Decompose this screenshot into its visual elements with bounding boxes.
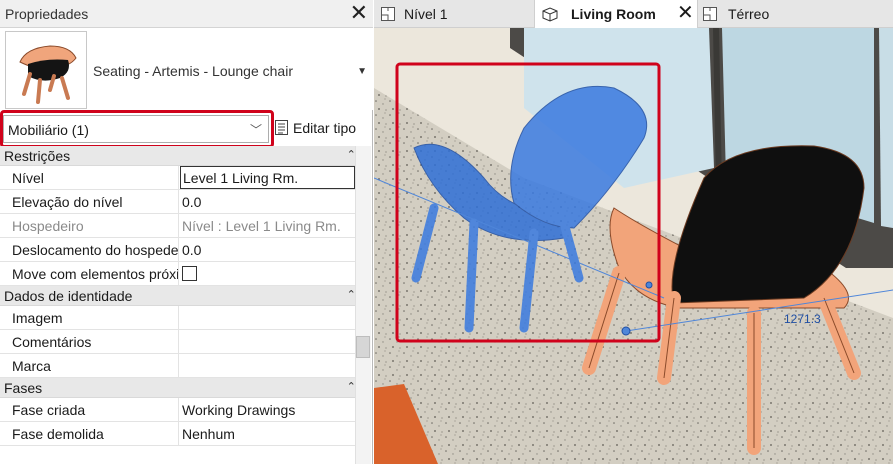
tab-label: Nível 1	[404, 6, 448, 22]
property-row-elevacao: Elevação do nível 0.0	[0, 190, 371, 214]
group-label: Dados de identidade	[4, 288, 133, 304]
type-selector[interactable]: Seating - Artemis - Lounge chair ▼	[0, 28, 373, 110]
dimension-grip[interactable]	[645, 281, 653, 289]
category-filter-value: Mobiliário (1)	[8, 122, 89, 138]
scene-canvas: 1271.3	[374, 28, 893, 464]
properties-scrollbar[interactable]	[355, 146, 371, 464]
property-row-move: Move com elementos próximos	[0, 262, 371, 286]
property-name: Elevação do nível	[0, 190, 179, 213]
level-field[interactable]: Level 1 Living Rm.	[180, 166, 355, 189]
property-row-imagem: Imagem	[0, 306, 371, 330]
moves-with-nearby-checkbox[interactable]	[182, 266, 197, 281]
image-field[interactable]	[180, 306, 355, 329]
property-row-fase-demolida: Fase demolida Nenhum	[0, 422, 371, 446]
property-row-marca: Marca	[0, 354, 371, 378]
group-restricoes[interactable]: Restrições ⌃⌃	[0, 146, 371, 166]
property-name: Fase demolida	[0, 422, 179, 445]
type-name: Seating - Artemis - Lounge chair	[93, 63, 293, 79]
dimension-grip[interactable]	[621, 326, 631, 336]
properties-title: Propriedades	[5, 6, 89, 22]
edit-type-icon	[274, 119, 291, 140]
tab-living-room[interactable]: Living Room ✕	[534, 0, 698, 28]
chevron-down-icon: ﹀	[249, 123, 262, 137]
group-label: Fases	[4, 380, 43, 396]
floor-plan-icon	[702, 6, 718, 25]
properties-title-bar: Propriedades ✕	[0, 0, 373, 28]
property-row-nivel: Nível Level 1 Living Rm.	[0, 166, 371, 190]
group-dados-identidade[interactable]: Dados de identidade ⌃⌃	[0, 286, 371, 306]
elevation-field[interactable]: 0.0	[180, 190, 355, 213]
property-name: Deslocamento do hospedeiro	[0, 238, 179, 261]
property-name: Move com elementos próximos	[0, 262, 179, 285]
property-row-comentarios: Comentários	[0, 330, 371, 354]
dropdown-arrow-icon[interactable]: ▼	[357, 66, 367, 77]
tab-label: Living Room	[571, 6, 656, 22]
3d-view-icon	[541, 6, 559, 25]
tab-label: Térreo	[728, 6, 770, 22]
property-name: Comentários	[0, 330, 179, 353]
properties-panel: Propriedades ✕ Seating - Artemis - Loung…	[0, 0, 373, 464]
phase-created-field[interactable]: Working Drawings	[180, 398, 355, 421]
close-icon[interactable]: ✕	[350, 1, 368, 25]
edit-type-label: Editar tipo	[293, 120, 357, 136]
chair-thumbnail	[5, 31, 87, 109]
group-fases[interactable]: Fases ⌃⌃	[0, 378, 371, 398]
view-tab-bar: Nível 1 Living Room ✕ Térreo	[374, 0, 893, 28]
3d-viewport[interactable]: 1271.3	[374, 28, 893, 464]
host-value: Nível : Level 1 Living Rm.	[182, 218, 341, 234]
property-row-fase-criada: Fase criada Working Drawings	[0, 398, 371, 422]
property-name: Imagem	[0, 306, 179, 329]
comments-field[interactable]	[180, 330, 355, 353]
properties-grid: Restrições ⌃⌃ Nível Level 1 Living Rm. E…	[0, 146, 371, 446]
category-filter-select[interactable]: Mobiliário (1) ﹀	[3, 115, 269, 143]
dimension-label[interactable]: 1271.3	[784, 312, 821, 326]
property-name: Fase criada	[0, 398, 179, 421]
property-name: Hospedeiro	[0, 214, 179, 237]
property-name: Nível	[0, 166, 179, 189]
mark-field[interactable]	[180, 354, 355, 377]
offset-field[interactable]: 0.0	[180, 238, 355, 261]
scrollbar-thumb[interactable]	[356, 336, 370, 358]
group-label: Restrições	[4, 148, 71, 164]
property-row-deslocamento: Deslocamento do hospedeiro 0.0	[0, 238, 371, 262]
phase-demolished-field[interactable]: Nenhum	[180, 422, 355, 445]
property-name: Marca	[0, 354, 179, 377]
floor-plan-icon	[380, 6, 396, 25]
window-glass	[879, 28, 893, 228]
close-tab-icon[interactable]: ✕	[677, 1, 694, 25]
property-row-hospedeiro: Hospedeiro Nível : Level 1 Living Rm.	[0, 214, 371, 238]
tab-terreo[interactable]: Térreo	[698, 0, 818, 28]
tab-nivel-1[interactable]: Nível 1	[374, 0, 534, 28]
